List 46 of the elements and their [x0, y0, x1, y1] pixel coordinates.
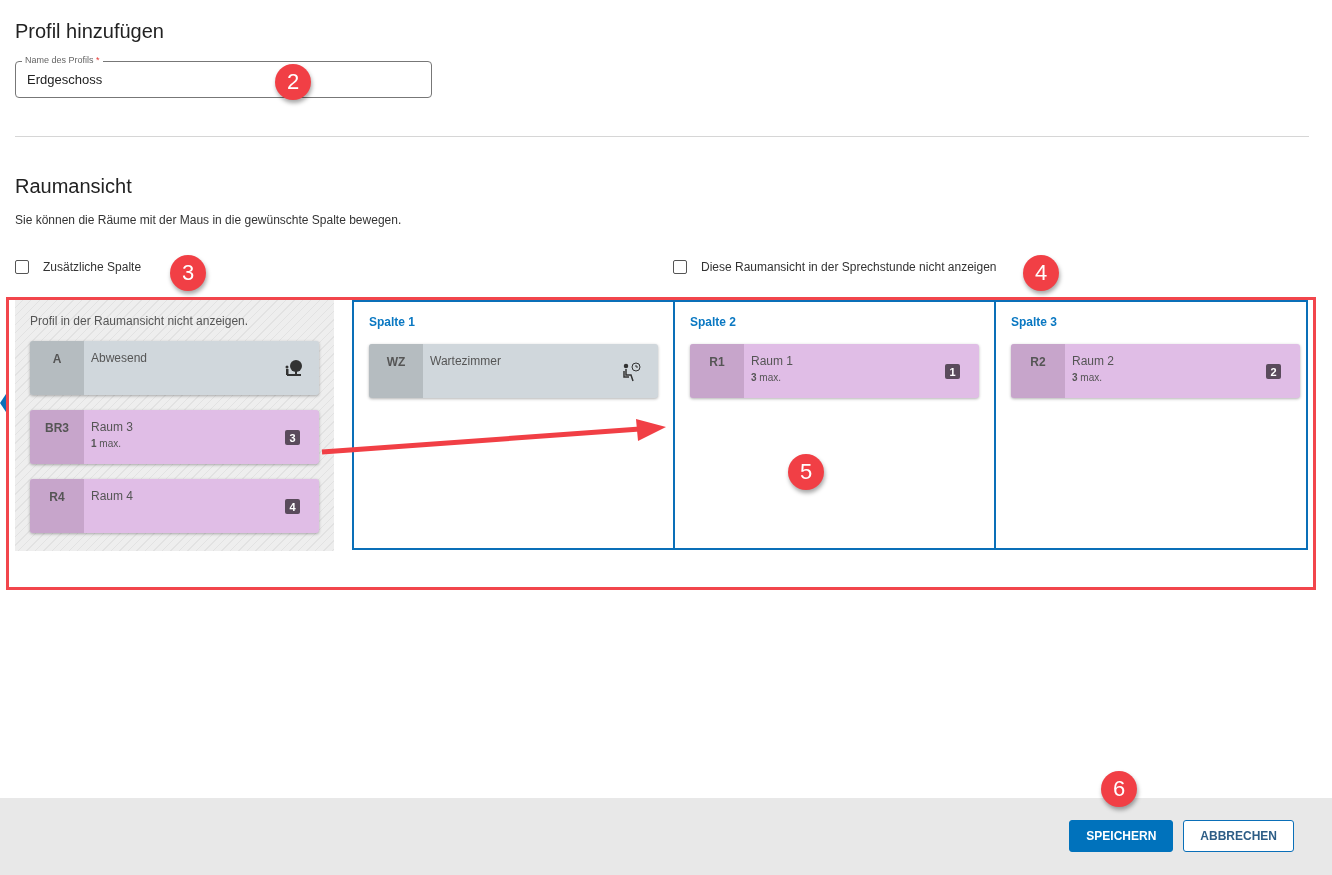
room-card[interactable]: BR3 Raum 3 1 max. 3	[30, 410, 319, 464]
checkbox[interactable]	[673, 260, 687, 274]
cancel-button[interactable]: ABBRECHEN	[1183, 819, 1294, 852]
room-code: A	[52, 352, 62, 366]
checkbox[interactable]	[15, 260, 29, 274]
page-title: Profil hinzufügen	[15, 19, 164, 44]
checkbox-label: Zusätzliche Spalte	[43, 260, 142, 274]
room-number-badge: 1	[945, 364, 960, 379]
step-callout: 5	[788, 454, 824, 490]
side-handle-icon[interactable]	[0, 394, 6, 412]
room-card[interactable]: R4 Raum 4 4	[30, 479, 319, 533]
field-label: Name des Profils *	[22, 54, 103, 66]
person-tree-icon	[283, 358, 303, 378]
column-title: Spalte 1	[369, 315, 416, 329]
step-callout: 4	[1023, 255, 1059, 291]
column-title: Spalte 2	[690, 315, 737, 329]
room-card[interactable]: R2 Raum 2 3 max. 2	[1011, 344, 1300, 398]
room-code: R1	[709, 355, 725, 369]
room-name: Raum 2	[1072, 354, 1115, 368]
room-number-badge: 3	[285, 430, 300, 445]
panel-title: Profil in der Raumansicht nicht anzeigen.	[30, 314, 249, 328]
room-number-badge: 2	[1266, 364, 1281, 379]
room-card[interactable]: A Abwesend	[30, 341, 319, 395]
room-code: WZ	[386, 355, 406, 369]
room-name: Abwesend	[91, 351, 148, 365]
room-capacity: 3 max.	[751, 372, 781, 383]
room-capacity: 3 max.	[1072, 372, 1102, 383]
room-name: Raum 1	[751, 354, 794, 368]
checkbox-label: Diese Raumansicht in der Sprechstunde nicht anzeigen	[701, 260, 997, 274]
room-name: Wartezimmer	[430, 354, 501, 368]
section-title: Raumansicht	[15, 174, 132, 199]
room-capacity: 1 max.	[91, 438, 121, 449]
room-code: R4	[49, 490, 65, 504]
step-callout: 6	[1101, 771, 1137, 807]
seated-person-clock-icon	[622, 361, 642, 383]
room-name: Raum 3	[91, 420, 134, 434]
save-button[interactable]: SPEICHERN	[1069, 819, 1174, 852]
step-callout: 3	[170, 255, 206, 291]
room-code: R2	[1030, 355, 1046, 369]
description-text: Sie können die Räume mit der Maus in die gewünschte Spalte bewegen.	[15, 213, 402, 227]
room-card[interactable]: WZ Wartezimmer	[369, 344, 658, 398]
column-title: Spalte 3	[1011, 315, 1058, 329]
room-number-badge: 4	[285, 499, 300, 514]
room-name: Raum 4	[91, 489, 134, 503]
room-code: BR3	[45, 421, 69, 435]
room-card[interactable]: R1 Raum 1 3 max. 1	[690, 344, 979, 398]
